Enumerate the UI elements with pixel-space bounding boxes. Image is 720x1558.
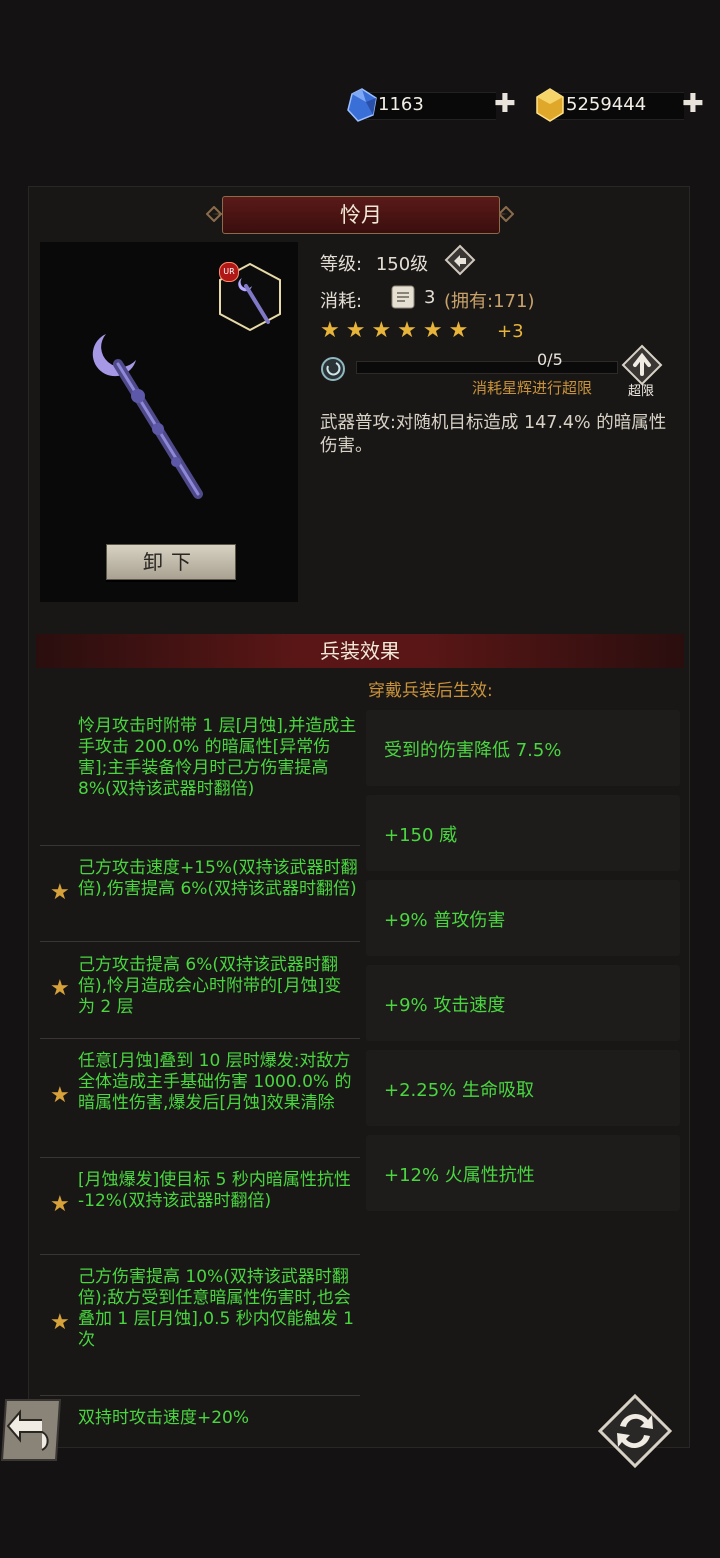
equip-effect-label: 穿戴兵装后生效: xyxy=(368,681,493,701)
level-label: 等级: xyxy=(320,254,363,275)
scroll-material-icon xyxy=(391,285,415,309)
back-arrow-icon xyxy=(0,1399,62,1461)
star-icon: ★ xyxy=(50,880,70,905)
bonus-text: +150 威 xyxy=(384,825,458,846)
gold-currency: 5259444 ✚ xyxy=(534,88,706,122)
bonus-text: +2.25% 生命吸取 xyxy=(384,1080,534,1101)
star-rating: ★★★★★★ xyxy=(320,318,475,343)
bonus-item: +150 威 xyxy=(366,795,680,871)
bonus-item: 受到的伤害降低 7.5% xyxy=(366,710,680,786)
level-value: 150级 xyxy=(375,254,429,275)
weapon-description: 武器普攻:对随机目标造成 147.4% 的暗属性伤害。 xyxy=(320,413,667,456)
gem-currency: 1163 ✚ xyxy=(346,88,518,122)
gold-count: 5259444 xyxy=(566,94,647,115)
starlight-icon xyxy=(321,357,345,381)
limit-break-button[interactable]: 超限 xyxy=(620,344,666,399)
passive-effect: 双持时攻击速度+20% xyxy=(78,1408,250,1428)
banner-ornament-left-icon xyxy=(206,206,222,222)
passive-effect: 怜月攻击时附带 1 层[月蚀],并造成主手攻击 200.0% 的暗属性[异常伤害… xyxy=(78,716,357,799)
passive-effect: 己方伤害提高 10%(双持该武器时翻倍);敌方受到任意暗属性伤害时,也会叠加 1… xyxy=(78,1267,354,1350)
limit-break-progress xyxy=(356,361,618,374)
bonus-item: +2.25% 生命吸取 xyxy=(366,1050,680,1126)
star-icon: ★ xyxy=(50,1310,70,1335)
gold-crystal-icon xyxy=(536,88,564,122)
passive-effect: [月蚀爆发]使目标 5 秒内暗属性抗性 -12%(双持该武器时翻倍) xyxy=(78,1170,351,1211)
bonus-item: +9% 普攻伤害 xyxy=(366,880,680,956)
back-button[interactable] xyxy=(0,1396,66,1464)
effects-header: 兵装效果 xyxy=(36,634,684,668)
progress-text: 0/5 xyxy=(537,350,563,369)
add-gems-button[interactable]: ✚ xyxy=(494,91,516,117)
level-row: 等级: 150级 xyxy=(320,250,428,276)
star-icon: ★ xyxy=(50,976,70,1001)
cost-row: 消耗: xyxy=(320,287,362,313)
cost-count: 3 xyxy=(424,287,436,308)
unequip-button[interactable]: 卸下 xyxy=(106,544,236,580)
blue-gem-icon xyxy=(347,88,377,122)
rarity-badge: UR xyxy=(219,262,239,282)
passive-effect: 己方攻击速度+15%(双持该武器时翻倍),伤害提高 6%(双持该武器时翻倍) xyxy=(78,858,358,899)
bonus-text: +9% 普攻伤害 xyxy=(384,910,506,931)
switch-weapon-button[interactable] xyxy=(597,1393,673,1469)
bonus-item: +12% 火属性抗性 xyxy=(366,1135,680,1211)
level-up-icon[interactable] xyxy=(444,244,476,276)
add-gold-button[interactable]: ✚ xyxy=(682,91,704,117)
gem-count: 1163 xyxy=(378,94,424,115)
star-icon: ★ xyxy=(50,1083,70,1108)
bonus-text: 受到的伤害降低 7.5% xyxy=(384,740,562,761)
banner-ornament-right-icon xyxy=(498,206,514,222)
owned-count: (拥有:171) xyxy=(444,291,535,312)
star-bonus: +3 xyxy=(497,321,524,342)
cost-label: 消耗: xyxy=(320,291,363,312)
passive-effect: 任意[月蚀]叠到 10 层时爆发:对敌方全体造成主手基础伤害 1000.0% 的… xyxy=(78,1051,352,1113)
swap-arrows-icon xyxy=(597,1393,673,1469)
limit-break-label: 超限 xyxy=(628,384,655,399)
moon-staff-icon xyxy=(92,334,203,499)
bonus-text: +9% 攻击速度 xyxy=(384,995,506,1016)
bonus-item: +9% 攻击速度 xyxy=(366,965,680,1041)
weapon-title: 怜月 xyxy=(222,196,500,234)
progress-hint: 消耗星辉进行超限 xyxy=(472,379,593,397)
star-icon: ★ xyxy=(50,1192,70,1217)
passive-effect: 己方攻击提高 6%(双持该武器时翻倍),怜月造成会心时附带的[月蚀]变为 2 层 xyxy=(78,955,342,1017)
bonus-text: +12% 火属性抗性 xyxy=(384,1165,535,1186)
